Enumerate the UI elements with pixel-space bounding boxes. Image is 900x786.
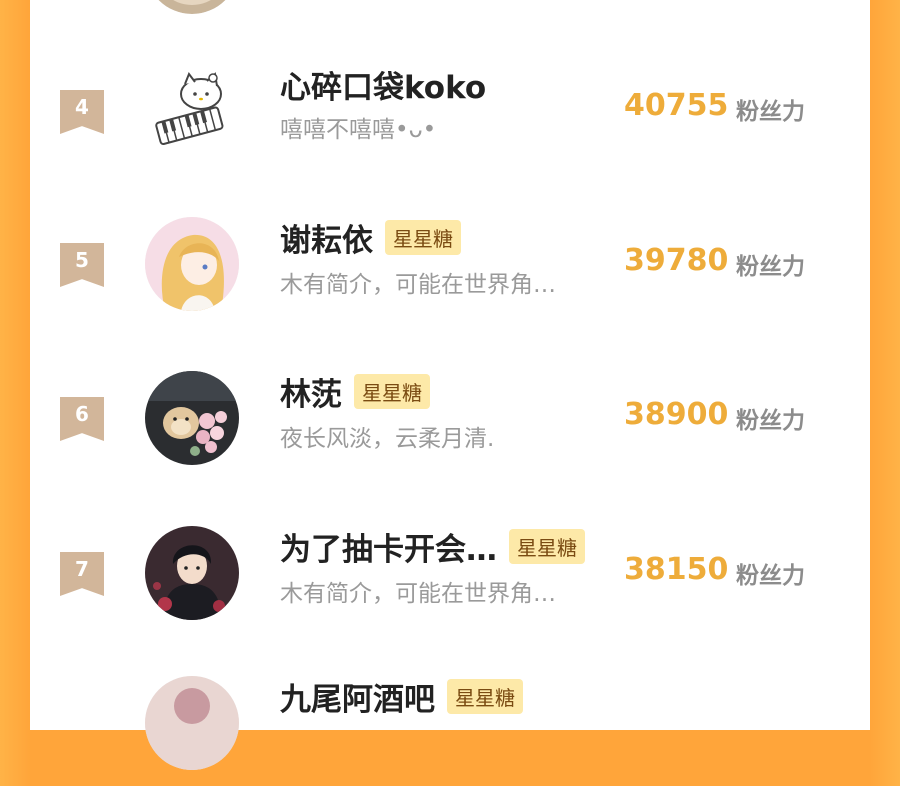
leaderboard-row-5[interactable]: 5 谢耘依 星星糖 木有简介，可能在世界角… 39780 粉丝力 — [30, 205, 870, 315]
avatar[interactable] — [145, 217, 239, 311]
user-description: 夜长风淡，云柔月清. — [280, 426, 495, 452]
name-line: 为了抽卡开会… 星星糖 — [280, 524, 585, 569]
level-badge: 星星糖 — [447, 678, 523, 714]
avatar[interactable] — [145, 676, 239, 770]
user-name[interactable]: 谢耘依 — [280, 215, 373, 260]
user-description: 嘻嘻不嘻嘻•ᴗ• — [280, 117, 437, 143]
name-line: 九尾阿酒吧 星星糖 — [280, 674, 523, 719]
leaderboard-row-6[interactable]: 6 林莐 星星糖 夜长风淡，云柔月清. 38900 粉丝力 — [30, 359, 870, 469]
rank-flag: 5 — [60, 243, 104, 287]
rank-flag: 6 — [60, 397, 104, 441]
rank-flag: 7 — [60, 552, 104, 596]
avatar[interactable] — [145, 526, 239, 620]
rank-flag: 4 — [60, 90, 104, 134]
leaderboard-row-4[interactable]: 4 心碎口袋koko 嘻嘻不嘻嘻•ᴗ• 40755 粉丝力 — [30, 50, 870, 160]
user-description: 木有简介，可能在世界角… — [280, 581, 556, 607]
leaderboard-row-7[interactable]: 7 为了抽卡开会… 星星糖 木有简介，可能在世界角… 38150 粉丝力 — [30, 514, 870, 624]
fan-power-score: 39780 — [624, 243, 729, 278]
leaderboard-card: 4 心碎口袋koko 嘻嘻不嘻嘻•ᴗ• 40755 粉丝力 5 谢耘依 星星糖 … — [30, 0, 870, 770]
user-description: 木有简介，可能在世界角… — [280, 272, 556, 298]
user-name[interactable]: 心碎口袋koko — [280, 62, 486, 107]
avatar[interactable] — [145, 371, 239, 465]
user-name[interactable]: 为了抽卡开会… — [280, 524, 497, 569]
fan-power-score: 38900 — [624, 397, 729, 432]
name-line: 林莐 星星糖 — [280, 369, 430, 414]
user-name[interactable]: 林莐 — [280, 369, 342, 414]
fan-power-unit: 粉丝力 — [736, 563, 805, 589]
user-name[interactable]: 九尾阿酒吧 — [280, 674, 435, 719]
level-badge: 星星糖 — [509, 528, 585, 564]
name-line: 谢耘依 星星糖 — [280, 215, 461, 260]
avatar[interactable] — [145, 64, 239, 158]
fan-power-unit: 粉丝力 — [736, 254, 805, 280]
fan-power-score: 40755 — [624, 88, 729, 123]
name-line: 心碎口袋koko — [280, 62, 486, 107]
fan-power-unit: 粉丝力 — [736, 408, 805, 434]
fan-power-score: 38150 — [624, 552, 729, 587]
leaderboard-row-8[interactable]: 九尾阿酒吧 星星糖 — [30, 676, 870, 786]
fan-power-unit: 粉丝力 — [736, 99, 805, 125]
avatar-previous[interactable] — [145, 0, 239, 14]
level-badge: 星星糖 — [354, 373, 430, 409]
level-badge: 星星糖 — [385, 219, 461, 255]
